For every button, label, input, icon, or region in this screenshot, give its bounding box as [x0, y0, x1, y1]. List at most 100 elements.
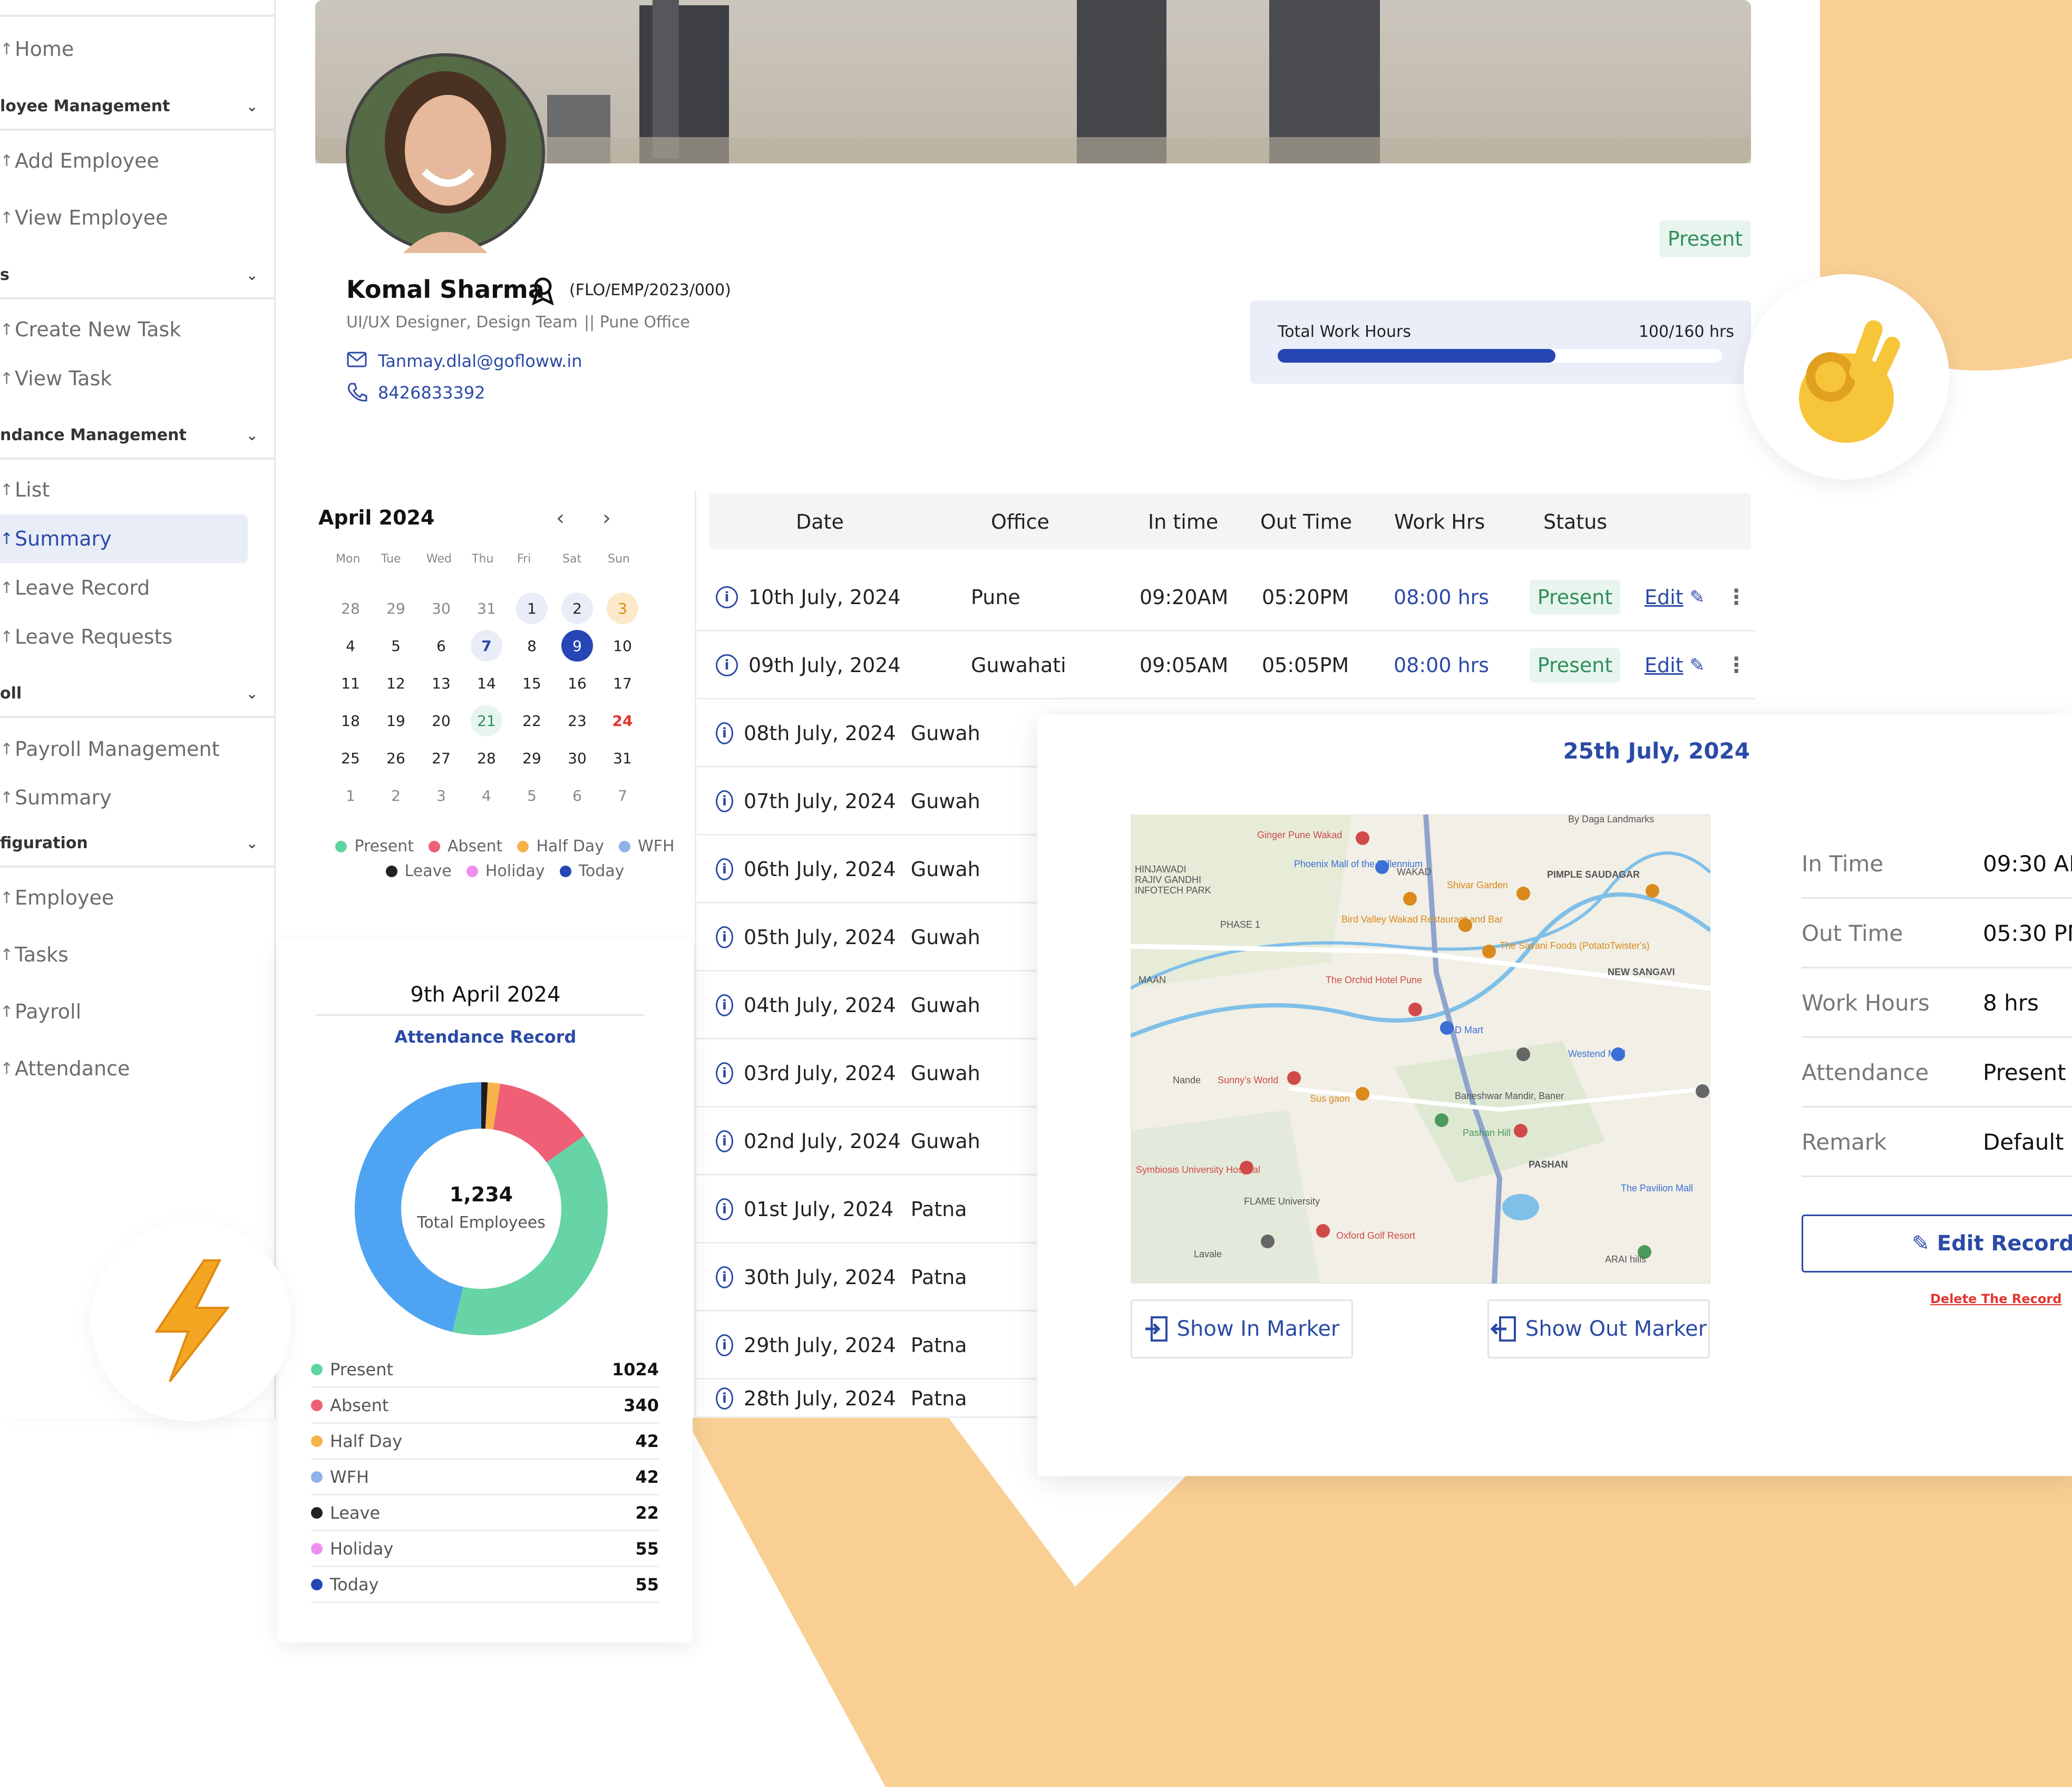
sidebar-item-list[interactable]: ↑ List — [0, 471, 50, 508]
calendar-day[interactable]: 26 — [380, 742, 412, 774]
info-icon[interactable]: i — [716, 926, 734, 948]
calendar-day[interactable]: 19 — [380, 705, 412, 736]
calendar-day[interactable]: 22 — [516, 705, 548, 736]
edit-link[interactable]: Edit — [1645, 586, 1684, 609]
calendar-day[interactable]: 17 — [607, 667, 638, 699]
calendar-day[interactable]: 5 — [516, 780, 548, 811]
sidebar-item-leave-record[interactable]: ↑ Leave Record — [0, 569, 150, 606]
calendar-day[interactable]: 18 — [335, 705, 366, 736]
edit-icon[interactable]: ✎ — [1690, 587, 1705, 608]
calendar-day[interactable]: 9 — [561, 630, 593, 662]
email-link[interactable]: Tanmay.dlal@gofloww.in — [378, 351, 582, 371]
sidebar-section-attendance[interactable]: ndance Management ⌄ — [0, 412, 274, 460]
calendar-day[interactable]: 15 — [516, 667, 548, 699]
delete-record-link[interactable]: Delete The Record — [1930, 1291, 2061, 1306]
sidebar-item-add-employee[interactable]: ↑ Add Employee — [0, 142, 159, 179]
sidebar-item-payroll-summary[interactable]: ↑ Summary — [0, 779, 112, 816]
table-row[interactable]: i 04th July, 2024 Guwah — [696, 972, 1037, 1040]
info-icon[interactable]: i — [716, 1130, 734, 1152]
calendar-day[interactable]: 1 — [516, 593, 548, 624]
info-icon[interactable]: i — [716, 994, 734, 1016]
calendar-day[interactable]: 31 — [471, 593, 502, 624]
calendar-day[interactable]: 31 — [607, 742, 638, 774]
info-icon[interactable]: i — [716, 1198, 734, 1220]
calendar-day[interactable]: 2 — [380, 780, 412, 811]
map-pin-icon[interactable] — [1356, 1087, 1369, 1101]
sidebar-item-employee[interactable]: ↑ Employee — [0, 879, 114, 916]
show-in-marker-button[interactable]: Show In Marker — [1131, 1299, 1353, 1358]
table-row[interactable]: i 30th July, 2024 Patna — [696, 1244, 1037, 1312]
sidebar-item-leave-requests[interactable]: ↑ Leave Requests — [0, 618, 172, 655]
chevron-right-icon[interactable]: › — [602, 506, 611, 530]
sidebar-item-home[interactable]: ↑ Home — [0, 31, 74, 67]
map-pin-icon[interactable] — [1435, 1113, 1448, 1127]
edit-link[interactable]: Edit — [1645, 654, 1684, 677]
map-pin-icon[interactable] — [1646, 884, 1659, 898]
table-row[interactable]: i 01st July, 2024 Patna — [696, 1176, 1037, 1244]
calendar-day[interactable]: 30 — [425, 593, 457, 624]
calendar-day[interactable]: 10 — [607, 630, 638, 662]
sidebar-section-payroll[interactable]: oll ⌄ — [0, 671, 274, 718]
map-pin-icon[interactable] — [1356, 831, 1369, 845]
calendar-day[interactable]: 27 — [425, 742, 457, 774]
calendar-day[interactable]: 13 — [425, 667, 457, 699]
calendar-day[interactable]: 7 — [607, 780, 638, 811]
calendar-day[interactable]: 8 — [516, 630, 548, 662]
map-pin-icon[interactable] — [1261, 1235, 1275, 1248]
sidebar-item-create-task[interactable]: ↑ Create New Task — [0, 311, 181, 348]
table-row[interactable]: i 02nd July, 2024 Guwah — [696, 1108, 1037, 1176]
table-row[interactable]: i 10th July, 2024 Pune 09:20AM 05:20PM 08:00 … — [696, 564, 1755, 632]
more-vertical-icon[interactable]: ⋮ — [1726, 653, 1747, 677]
calendar-day[interactable]: 5 — [380, 630, 412, 662]
calendar-day[interactable]: 28 — [471, 742, 502, 774]
map-pin-icon[interactable] — [1408, 1003, 1422, 1016]
calendar-day[interactable]: 29 — [516, 742, 548, 774]
map-pin-icon[interactable] — [1514, 1124, 1528, 1138]
calendar-day[interactable]: 1 — [335, 780, 366, 811]
info-icon[interactable]: i — [716, 1062, 734, 1084]
table-row[interactable]: i 03rd July, 2024 Guwah — [696, 1040, 1037, 1108]
calendar-day[interactable]: 6 — [561, 780, 593, 811]
table-row[interactable]: i 05th July, 2024 Guwah — [696, 904, 1037, 972]
sidebar-item-attendance[interactable]: ↑ Attendance — [0, 1050, 130, 1087]
calendar-day[interactable]: 7 — [471, 630, 502, 662]
map-pin-icon[interactable] — [1287, 1071, 1301, 1085]
sidebar-item-payroll-management[interactable]: ↑ Payroll Management — [0, 731, 220, 768]
map-pin-icon[interactable] — [1316, 1224, 1330, 1238]
info-icon[interactable]: i — [716, 858, 734, 880]
calendar-day[interactable]: 29 — [380, 593, 412, 624]
info-icon[interactable]: i — [716, 1266, 734, 1288]
info-icon[interactable]: i — [716, 1334, 734, 1356]
calendar-day[interactable]: 14 — [471, 667, 502, 699]
calendar-day[interactable]: 21 — [471, 705, 502, 736]
info-icon[interactable]: i — [716, 1387, 734, 1410]
map-pin-icon[interactable] — [1440, 1021, 1454, 1035]
show-out-marker-button[interactable]: Show Out Marker — [1487, 1299, 1710, 1358]
calendar-day[interactable]: 11 — [335, 667, 366, 699]
edit-icon[interactable]: ✎ — [1690, 655, 1705, 676]
sidebar-item-view-employee[interactable]: ↑ View Employee — [0, 199, 168, 236]
chevron-left-icon[interactable]: ‹ — [556, 506, 565, 530]
edit-record-button[interactable]: ✎ Edit Record — [1802, 1215, 2072, 1273]
sidebar-section-configuration[interactable]: figuration ⌄ — [0, 820, 274, 868]
sidebar-section-tasks[interactable]: s ⌄ — [0, 252, 274, 299]
calendar-day[interactable]: 6 — [425, 630, 457, 662]
calendar-day[interactable]: 20 — [425, 705, 457, 736]
sidebar-item-view-task[interactable]: ↑ View Task — [0, 360, 112, 397]
info-icon[interactable]: i — [716, 790, 734, 812]
calendar-day[interactable]: 2 — [561, 593, 593, 624]
table-row[interactable]: i 28th July, 2024 Patna — [696, 1380, 1037, 1418]
calendar-day[interactable]: 4 — [335, 630, 366, 662]
calendar-day[interactable]: 24 — [607, 705, 638, 736]
info-icon[interactable]: i — [716, 722, 734, 744]
table-row[interactable]: i 08th July, 2024 Guwah — [696, 700, 1037, 768]
calendar-day[interactable]: 16 — [561, 667, 593, 699]
table-row[interactable]: i 29th July, 2024 Patna — [696, 1312, 1037, 1380]
map-pin-icon[interactable] — [1696, 1084, 1709, 1098]
calendar-day[interactable]: 30 — [561, 742, 593, 774]
map-pin-icon[interactable] — [1516, 887, 1530, 900]
more-vertical-icon[interactable]: ⋮ — [1726, 585, 1747, 609]
map-pin-icon[interactable] — [1482, 945, 1496, 958]
info-icon[interactable]: i — [716, 654, 738, 676]
location-map[interactable]: HINJAWADI RAJIV GANDHI INFOTECH PARK PHA… — [1131, 814, 1710, 1284]
